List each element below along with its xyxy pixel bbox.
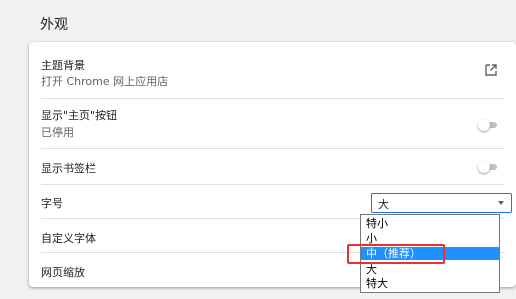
dropdown-option-extra-large[interactable]: 特大	[361, 277, 499, 290]
dropdown-option-extra-small[interactable]: 特小	[361, 217, 499, 230]
home-button-row: 显示"主页"按钮 已停用	[41, 99, 504, 149]
font-size-label: 字号	[41, 197, 63, 210]
home-button-label: 显示"主页"按钮	[41, 109, 118, 122]
theme-label: 主题背景	[41, 59, 85, 72]
dropdown-option-large[interactable]: 大	[361, 263, 499, 276]
home-button-status: 已停用	[41, 126, 74, 139]
font-size-select[interactable]: 大	[371, 193, 512, 213]
page-zoom-label: 网页缩放	[41, 266, 85, 279]
bookmarks-bar-toggle[interactable]	[478, 161, 498, 173]
annotation-highlight-box	[347, 244, 445, 264]
bookmarks-bar-label: 显示书签栏	[41, 162, 96, 175]
home-button-toggle[interactable]	[478, 119, 498, 131]
chevron-down-icon	[498, 201, 504, 205]
theme-sublabel: 打开 Chrome 网上应用店	[41, 75, 169, 88]
section-title: 外观	[40, 17, 68, 33]
custom-fonts-label: 自定义字体	[41, 232, 96, 245]
font-size-selected-value: 大	[378, 198, 389, 211]
theme-row[interactable]: 主题背景 打开 Chrome 网上应用店	[41, 42, 504, 99]
external-link-icon[interactable]	[484, 63, 498, 77]
bookmarks-bar-row: 显示书签栏	[41, 149, 504, 185]
